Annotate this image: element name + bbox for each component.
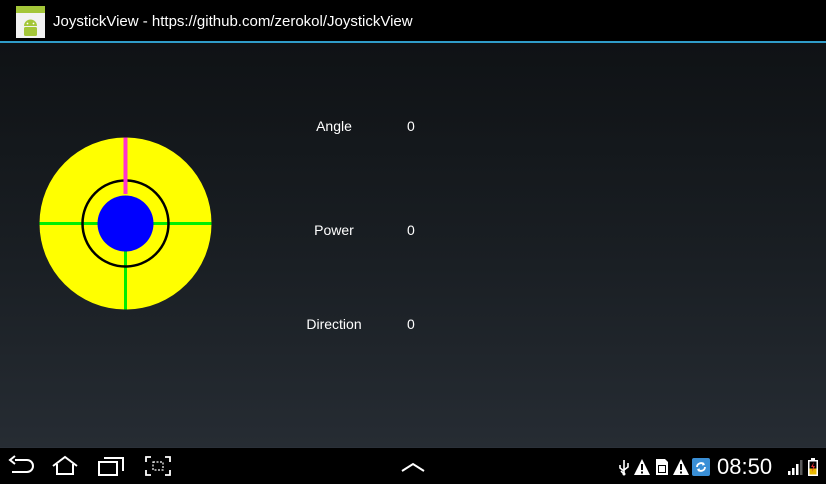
joystick-handle[interactable] <box>97 195 154 252</box>
navigation-bar: 08:50 <box>0 447 826 484</box>
power-label: Power <box>314 222 354 238</box>
angle-label: Angle <box>316 118 352 134</box>
sd-card-icon <box>656 459 668 475</box>
signal-icon <box>788 460 803 475</box>
warning-icon <box>634 459 650 475</box>
android-app-icon <box>16 6 45 38</box>
screenshot-icon[interactable] <box>143 454 173 478</box>
warning-icon <box>673 459 689 475</box>
window-title: JoystickView - https://github.com/zeroko… <box>53 13 413 30</box>
joystick-view[interactable] <box>39 137 212 310</box>
chevron-up-icon[interactable] <box>398 454 428 478</box>
direction-value: 0 <box>407 316 415 332</box>
recent-apps-icon[interactable] <box>96 454 126 478</box>
power-value: 0 <box>407 222 415 238</box>
content-area: Angle 0 Power 0 Direction 0 <box>0 43 826 447</box>
angle-value: 0 <box>407 118 415 134</box>
title-bar: JoystickView - https://github.com/zeroko… <box>0 0 826 43</box>
screen: JoystickView - https://github.com/zeroko… <box>0 0 826 484</box>
usb-icon <box>619 460 629 476</box>
back-icon[interactable] <box>6 454 36 478</box>
clock: 08:50 <box>717 454 773 479</box>
direction-label: Direction <box>306 316 362 332</box>
home-icon[interactable] <box>50 454 80 478</box>
battery-icon <box>808 458 818 476</box>
sync-icon <box>692 458 710 476</box>
